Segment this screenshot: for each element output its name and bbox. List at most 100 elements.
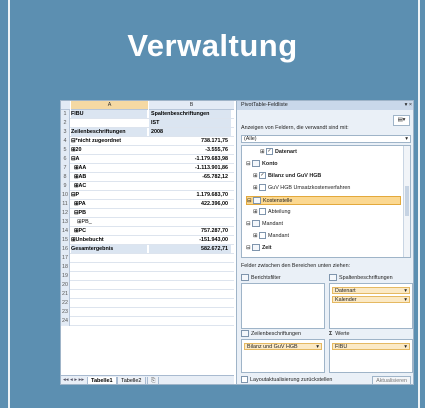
cell-a[interactable]: ⊞AC [71,182,147,190]
field-checkbox[interactable]: ✓ [266,148,274,156]
cell-a[interactable]: ⊟PB [71,209,147,217]
cell-a[interactable]: ⊞20 [71,146,147,154]
pivot-field-item[interactable]: ⊞ GuV HGB Umsatzkostenverfahren [253,184,401,193]
pivot-field-item[interactable]: ⊞ Abteilung [253,208,401,217]
field-checkbox[interactable] [259,184,267,192]
pivot-field-item[interactable]: ⊞ ✓ Bilanz und GuV HGB [253,172,401,181]
tab-tabelle1[interactable]: Tabelle1 [87,377,117,384]
row-number[interactable]: 21 [61,290,70,299]
row-number[interactable]: 17 [61,254,70,263]
column-header-a[interactable]: A [71,101,148,110]
defer-update-label: Layoutaktualisierung zurückstellen [250,377,333,383]
pivot-field-label: Zeit [262,245,272,251]
row-number[interactable]: 1 [61,110,70,119]
cell-b[interactable]: -1.179.683,98 [149,155,231,163]
cell-b[interactable]: IST [149,119,231,127]
row-number[interactable]: 20 [61,281,70,290]
table-icon [252,160,261,168]
report-filter-area[interactable] [241,283,325,329]
cell-a[interactable]: Gesamtergebnis [71,245,147,253]
row-number[interactable]: 11 [61,200,70,209]
column-field-kalender: Kalender [335,297,357,303]
column-labels-area[interactable]: Datenart ▾ Kalender ▾ [329,283,413,329]
row-number[interactable]: 18 [61,263,70,272]
cell-a[interactable]: ⊟A [71,155,147,163]
field-checkbox[interactable]: ✓ [259,172,267,180]
cell-a[interactable]: ⊞PC [71,227,147,235]
row-number[interactable]: 4 [61,137,70,146]
row-number[interactable]: 6 [61,155,70,164]
pivot-field-label: Abteilung [268,209,291,215]
values-area[interactable]: FIBU ▾ [329,339,413,373]
row-number[interactable]: 13 [61,218,70,227]
field-checkbox[interactable] [259,208,267,216]
cell-b[interactable]: -65.782,12 [149,173,231,181]
tab-tabelle2[interactable]: Tabelle2 [117,377,146,384]
cell-a[interactable]: ⊟P [71,191,147,199]
update-button[interactable]: Aktualisieren [372,376,411,384]
cell-a[interactable]: ⊞PB_ [71,218,147,226]
cell-b[interactable]: 582.672,71 [149,245,231,253]
row-number[interactable]: 23 [61,308,70,317]
pivot-field-item[interactable]: ⊟ Mandant [246,220,401,229]
cell-a[interactable]: Zeilenbeschriftungen [71,128,147,136]
table-row: 10 ⊟P 1.179.683,70 [61,191,234,200]
spreadsheet: A B 1 FIBU Spaltenbeschriftungen 2 IST 3 Zeile… [61,101,234,384]
cell-a[interactable]: ⊞PA [71,200,147,208]
cell-a[interactable]: ⊞AB [71,173,147,181]
table-row: 1 FIBU Spaltenbeschriftungen [61,110,234,119]
row-number[interactable]: 12 [61,209,70,218]
slide-title: Verwaltung [127,28,298,63]
cell-b[interactable]: -1.113.901,86 [149,164,231,172]
row-number[interactable]: 5 [61,146,70,155]
pivot-field-item[interactable]: ⊟ Konto [246,160,401,169]
row-number[interactable]: 19 [61,272,70,281]
close-icon[interactable]: ▾ × [405,101,412,110]
cell-a[interactable]: ⊞AA [71,164,147,172]
row-number[interactable]: 14 [61,227,70,236]
table-row: 16 Gesamtergebnis 582.672,71 [61,245,234,254]
pivot-field-item[interactable]: ⊟ Zeit [246,244,401,253]
row-field-chip[interactable]: Bilanz und GuV HGB ▾ [244,343,322,350]
pivot-field-item[interactable]: ⊞ Mandant [253,232,401,241]
layout-options-button[interactable]: ▤▾ [393,115,410,126]
cell-b[interactable]: -3.555,76 [149,146,231,154]
row-number[interactable]: 16 [61,245,70,254]
cell-b[interactable]: 738.171,75 [149,137,231,145]
row-number[interactable]: 10 [61,191,70,200]
column-field-chip[interactable]: Kalender ▾ [332,296,410,303]
tab-scroll-icons[interactable]: ◂◂ ◂ ▸ ▸▸ [63,377,84,383]
pivot-field-item[interactable]: ⊟ Kostenstelle [246,196,401,205]
cell-b[interactable]: 2008 [149,128,231,136]
field-list-scrollbar[interactable] [403,146,410,257]
scrollbar-thumb[interactable] [405,186,409,216]
cell-b[interactable]: -151.943,00 [149,236,231,244]
row-number[interactable]: 2 [61,119,70,128]
cell-b[interactable]: 757.287,70 [149,227,231,235]
insert-sheet-icon[interactable]: ⎘ [147,377,160,384]
cell-b[interactable]: 1.179.683,70 [149,191,231,199]
cell-a[interactable]: ⊞Unbebucht [71,236,147,244]
cell-b[interactable]: 422.396,00 [149,200,231,208]
cell-a[interactable]: FIBU [71,110,147,118]
related-fields-select[interactable]: (Alle) ▾ [241,135,411,143]
row-number[interactable]: 15 [61,236,70,245]
cell-a[interactable]: ⊟*nicht zugeordnet [71,137,147,145]
row-number[interactable]: 8 [61,173,70,182]
row-number[interactable]: 7 [61,164,70,173]
corner-cell[interactable] [61,101,70,110]
row-labels-area[interactable]: Bilanz und GuV HGB ▾ [241,339,325,373]
column-header-b[interactable]: B [149,101,234,110]
field-checkbox[interactable] [259,232,267,240]
column-field-chip[interactable]: Datenart ▾ [332,287,410,294]
pivot-field-item[interactable]: ⊞ ✓ Datenart [260,148,401,157]
rows-icon [241,330,249,338]
row-number[interactable]: 22 [61,299,70,308]
row-number[interactable]: 24 [61,317,70,326]
row-number[interactable]: 9 [61,182,70,191]
table-row: 18 [61,263,234,272]
cell-b[interactable]: Spaltenbeschriftungen [149,110,231,118]
defer-update-checkbox[interactable] [241,376,248,384]
row-number[interactable]: 3 [61,128,70,137]
value-field-chip[interactable]: FIBU ▾ [332,343,410,350]
